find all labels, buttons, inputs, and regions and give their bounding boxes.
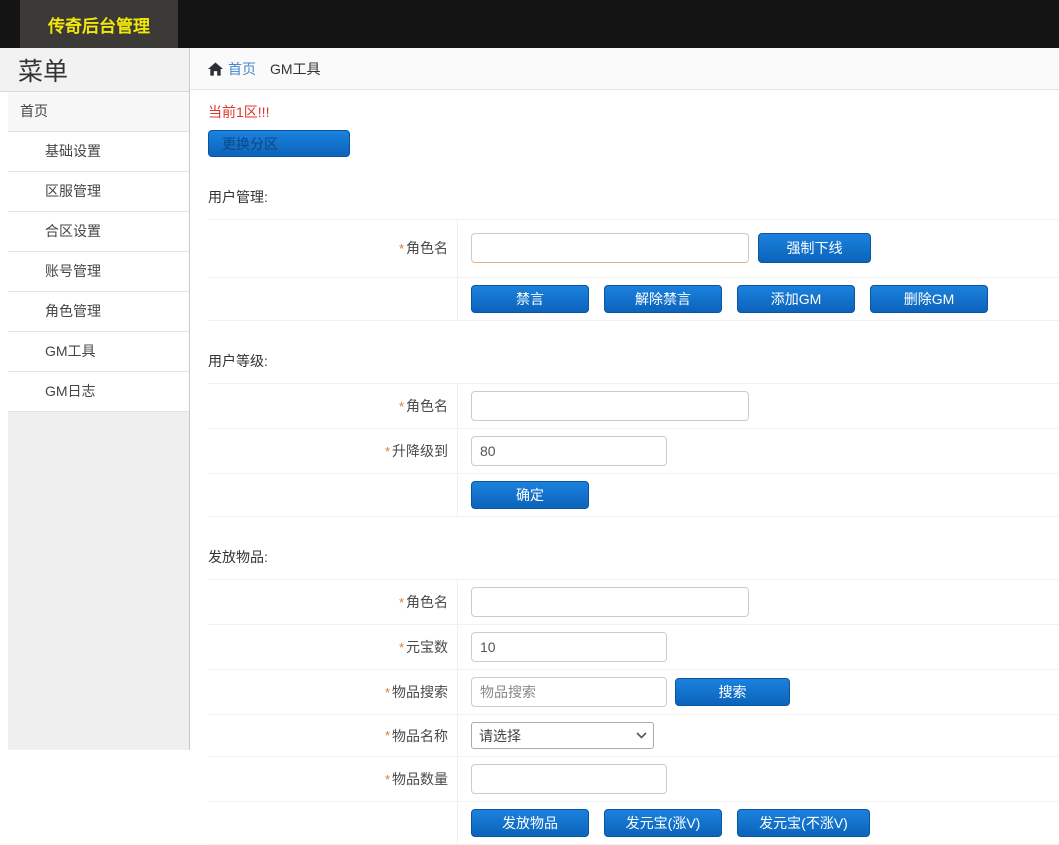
sidebar-filler xyxy=(8,412,189,750)
yuanbao-amount-input[interactable] xyxy=(471,632,667,662)
item-name-label-text: 物品名称 xyxy=(392,726,448,746)
sidebar-item-account-management[interactable]: 账号管理 xyxy=(8,252,189,292)
add-gm-button[interactable]: 添加GM xyxy=(737,285,855,313)
change-zone-button[interactable]: 更换分区 xyxy=(208,130,350,157)
user-level-form: * 角色名 * 升降级到 xyxy=(208,383,1059,517)
role-name-label: * 角色名 xyxy=(208,580,458,624)
topbar: 传奇后台管理 xyxy=(0,0,1059,48)
sidebar: 菜单 首页 基础设置 区服管理 合区设置 账号管理 角色管理 GM工具 GM日志 xyxy=(0,48,190,750)
target-level-label-text: 升降级到 xyxy=(392,441,448,461)
item-search-label: * 物品搜索 xyxy=(208,670,458,714)
breadcrumb: 首页 GM工具 xyxy=(190,48,1059,90)
role-name-input[interactable] xyxy=(471,233,749,263)
target-level-label: * 升降级到 xyxy=(208,429,458,473)
form-row-role-name: * 角色名 强制下线 xyxy=(208,220,1059,278)
required-mark: * xyxy=(399,595,404,610)
sidebar-title: 菜单 xyxy=(0,48,189,92)
form-row-gm-actions: 禁言 解除禁言 添加GM 删除GM xyxy=(208,278,1059,321)
sidebar-item-zone-server-management[interactable]: 区服管理 xyxy=(8,172,189,212)
role-name-label: * 角色名 xyxy=(208,384,458,428)
form-row-target-level: * 升降级到 xyxy=(208,429,1059,474)
required-mark: * xyxy=(385,728,390,743)
item-name-label: * 物品名称 xyxy=(208,715,458,756)
role-name-label: * 角色名 xyxy=(208,220,458,277)
delete-gm-button[interactable]: 删除GM xyxy=(870,285,988,313)
required-mark: * xyxy=(399,241,404,256)
page-body: 当前1区!!! 更换分区 用户管理: * 角色名 强制下线 xyxy=(190,90,1059,845)
mute-button[interactable]: 禁言 xyxy=(471,285,589,313)
item-quantity-input[interactable] xyxy=(471,764,667,794)
section-title-user-management: 用户管理: xyxy=(208,187,1059,207)
form-row-role-name: * 角色名 xyxy=(208,580,1059,625)
section-give-items: 发放物品: * 角色名 * 元宝数 xyxy=(208,547,1059,845)
required-mark: * xyxy=(399,399,404,414)
target-level-input[interactable] xyxy=(471,436,667,466)
section-user-level: 用户等级: * 角色名 * 升降级到 xyxy=(208,351,1059,517)
role-name-label-text: 角色名 xyxy=(406,396,448,416)
current-zone-notice: 当前1区!!! xyxy=(208,102,1059,122)
give-role-name-input[interactable] xyxy=(471,587,749,617)
required-mark: * xyxy=(399,640,404,655)
item-quantity-label: * 物品数量 xyxy=(208,757,458,801)
form-row-item-name: * 物品名称 请选择 xyxy=(208,715,1059,757)
item-name-select[interactable]: 请选择 xyxy=(471,722,654,749)
unmute-button[interactable]: 解除禁言 xyxy=(604,285,722,313)
item-name-select-wrap: 请选择 xyxy=(471,722,654,749)
required-mark: * xyxy=(385,772,390,787)
confirm-button[interactable]: 确定 xyxy=(471,481,589,509)
sidebar-item-gm-tools[interactable]: GM工具 xyxy=(8,332,189,372)
yuanbao-label: * 元宝数 xyxy=(208,625,458,669)
sidebar-item-gm-log[interactable]: GM日志 xyxy=(8,372,189,412)
role-name-label-text: 角色名 xyxy=(406,238,448,258)
empty-label-cell xyxy=(208,474,458,516)
app-title[interactable]: 传奇后台管理 xyxy=(20,0,178,48)
force-offline-button[interactable]: 强制下线 xyxy=(758,233,871,263)
required-mark: * xyxy=(385,685,390,700)
give-yuanbao-addv-button[interactable]: 发元宝(涨V) xyxy=(604,809,722,837)
give-item-button[interactable]: 发放物品 xyxy=(471,809,589,837)
form-row-yuanbao: * 元宝数 xyxy=(208,625,1059,670)
home-icon xyxy=(208,62,223,76)
level-role-name-input[interactable] xyxy=(471,391,749,421)
sidebar-item-home[interactable]: 首页 xyxy=(8,92,189,132)
form-row-give-actions: 发放物品 发元宝(涨V) 发元宝(不涨V) xyxy=(208,802,1059,845)
sidebar-item-basic-settings[interactable]: 基础设置 xyxy=(8,132,189,172)
give-yuanbao-nov-button[interactable]: 发元宝(不涨V) xyxy=(737,809,870,837)
item-quantity-label-text: 物品数量 xyxy=(392,769,448,789)
sidebar-menu: 首页 基础设置 区服管理 合区设置 账号管理 角色管理 GM工具 GM日志 xyxy=(0,92,189,412)
item-search-input[interactable] xyxy=(471,677,667,707)
form-row-item-quantity: * 物品数量 xyxy=(208,757,1059,802)
form-row-role-name: * 角色名 xyxy=(208,384,1059,429)
user-management-form: * 角色名 强制下线 禁言 解除禁言 添加GM 删除GM xyxy=(208,219,1059,321)
required-mark: * xyxy=(385,444,390,459)
give-items-form: * 角色名 * 元宝数 xyxy=(208,579,1059,845)
form-row-confirm: 确定 xyxy=(208,474,1059,517)
search-button[interactable]: 搜索 xyxy=(675,678,790,706)
empty-label-cell xyxy=(208,802,458,844)
yuanbao-label-text: 元宝数 xyxy=(406,637,448,657)
main-content: 首页 GM工具 当前1区!!! 更换分区 用户管理: * 角色名 强制下线 xyxy=(190,48,1059,834)
sidebar-item-character-management[interactable]: 角色管理 xyxy=(8,292,189,332)
section-title-give-items: 发放物品: xyxy=(208,547,1059,567)
empty-label-cell xyxy=(208,278,458,320)
section-title-user-level: 用户等级: xyxy=(208,351,1059,371)
breadcrumb-current: GM工具 xyxy=(270,59,321,79)
breadcrumb-home-link[interactable]: 首页 xyxy=(228,59,256,79)
item-search-label-text: 物品搜索 xyxy=(392,682,448,702)
sidebar-item-merge-zone-settings[interactable]: 合区设置 xyxy=(8,212,189,252)
section-user-management: 用户管理: * 角色名 强制下线 禁言 解除禁言 xyxy=(208,187,1059,321)
form-row-item-search: * 物品搜索 搜索 xyxy=(208,670,1059,715)
role-name-label-text: 角色名 xyxy=(406,592,448,612)
